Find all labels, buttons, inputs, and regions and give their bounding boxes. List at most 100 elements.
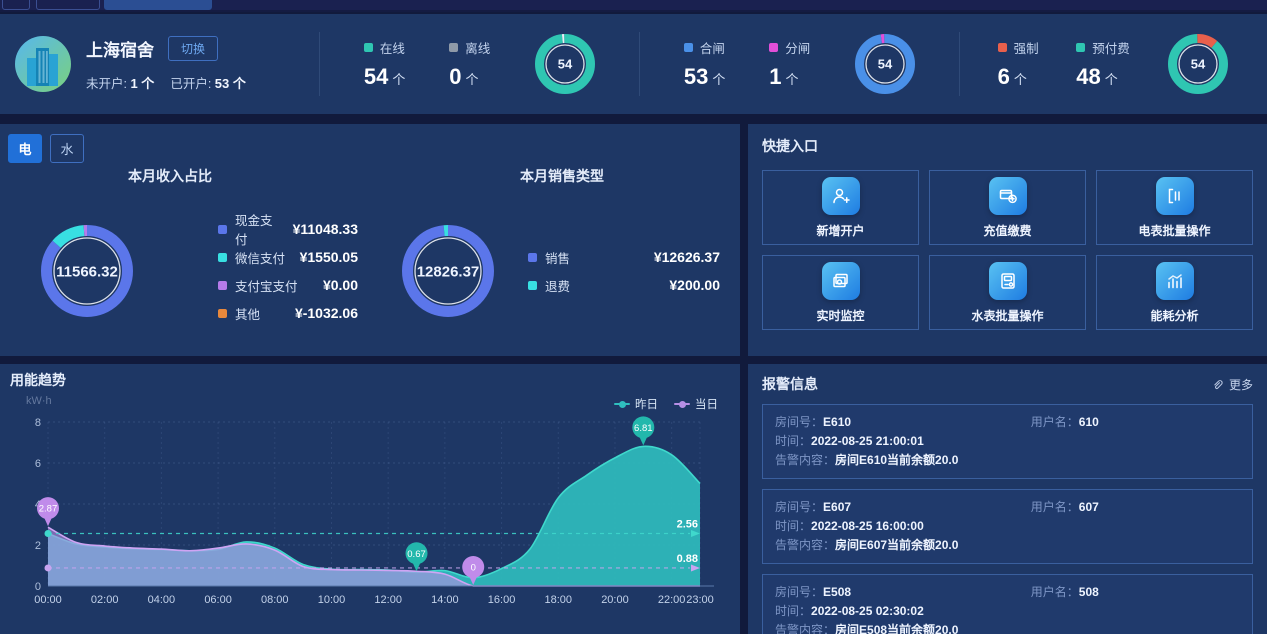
stat-forced: 强制 6个 <box>997 42 1039 89</box>
svg-text:14:00: 14:00 <box>431 594 459 606</box>
legend-square <box>218 308 227 318</box>
legend-square <box>997 43 1007 52</box>
legend-square <box>528 280 537 290</box>
legend-square <box>1076 43 1086 52</box>
utility-tabs: 电 水 <box>8 134 84 163</box>
svg-text:10:00: 10:00 <box>318 594 346 606</box>
svg-text:2.87: 2.87 <box>39 504 58 515</box>
stat-offline: 离线 0个 <box>449 42 491 89</box>
svg-text:6: 6 <box>35 458 41 470</box>
alarm-item[interactable]: 房间号：E610 用户名：610 时间：2022-08-25 21:00:01 告… <box>762 404 1253 479</box>
quick-card-water-meter-batch[interactable]: 水表批量操作 <box>929 255 1086 330</box>
tab-electricity[interactable]: 电 <box>8 134 42 163</box>
svg-text:12826.37: 12826.37 <box>417 263 480 280</box>
alarm-title: 报警信息 <box>762 376 818 392</box>
prepay-status-section: 强制 6个 预付费 48 个 54 <box>960 14 1267 114</box>
svg-text:04:00: 04:00 <box>148 594 176 606</box>
svg-text:08:00: 08:00 <box>261 594 289 606</box>
unopened-count: 未开户: 1 个 <box>86 76 155 91</box>
header-stats-strip: 上海宿舍 切换 未开户: 1 个 已开户: 53 个 在线 54 个 离线 0个 … <box>0 14 1267 114</box>
alarm-panel: 报警信息 更多 房间号：E610 用户名：610 时间：2022-08-25 21… <box>748 364 1267 634</box>
svg-text:kW·h: kW·h <box>26 395 52 407</box>
quick-entry-title: 快捷入口 <box>762 138 818 154</box>
energy-trend-panel: 用能趋势 昨日 当日 02468kW·h00:0002:0004:0006:00… <box>0 364 740 634</box>
legend-row: 支付宝支付 ¥0.00 <box>218 275 358 295</box>
svg-text:11566.32: 11566.32 <box>56 263 118 280</box>
svg-text:0.67: 0.67 <box>407 549 426 560</box>
legend-square <box>218 280 227 290</box>
monthly-income-donut: 11566.32 <box>40 224 134 318</box>
energy-analysis-icon <box>1155 261 1194 300</box>
sales-legend: 销售 ¥12626.37 退费 ¥200.00 <box>528 247 720 295</box>
stat-prepaid: 预付费 48 个 <box>1076 42 1130 89</box>
legend-marker <box>614 400 630 408</box>
sales-chart-title: 本月销售类型 <box>520 168 604 184</box>
legend-row: 退费 ¥200.00 <box>528 275 720 295</box>
top-tab-2[interactable] <box>36 0 100 10</box>
electric-meter-icon <box>1155 176 1194 215</box>
paperclip-icon <box>1212 378 1225 391</box>
stat-online: 在线 54 个 <box>363 42 406 89</box>
svg-text:54: 54 <box>1191 57 1206 72</box>
quick-card-energy-analysis[interactable]: 能耗分析 <box>1096 255 1253 330</box>
online-status-section: 在线 54 个 离线 0个 54 <box>320 14 640 114</box>
legend-square <box>218 224 227 234</box>
svg-text:8: 8 <box>35 417 41 429</box>
legend-row: 现金支付 ¥11048.33 <box>218 214 358 247</box>
svg-text:54: 54 <box>558 57 573 72</box>
switch-site-button[interactable]: 切换 <box>168 36 219 61</box>
legend-row: 微信支付 ¥1550.05 <box>218 247 358 267</box>
svg-text:0: 0 <box>35 581 41 593</box>
alarm-item[interactable]: 房间号：E607 用户名：607 时间：2022-08-25 16:00:00 告… <box>762 489 1253 564</box>
opened-count: 已开户: 53 个 <box>170 76 246 91</box>
legend-square <box>363 43 373 52</box>
legend-marker <box>674 400 690 408</box>
legend-square <box>769 43 779 52</box>
svg-text:02:00: 02:00 <box>91 594 119 606</box>
recharge-icon <box>988 176 1027 215</box>
legend-square <box>683 43 693 52</box>
finance-panel: 电 水 本月收入占比 本月销售类型 11566.32 12826.37 现金支付… <box>0 124 740 356</box>
svg-text:06:00: 06:00 <box>204 594 232 606</box>
quick-card-electric-meter-batch[interactable]: 电表批量操作 <box>1096 170 1253 245</box>
svg-text:22:00: 22:00 <box>658 594 686 606</box>
force-prepay-donut: 54 <box>1167 33 1229 95</box>
svg-text:18:00: 18:00 <box>544 594 572 606</box>
alarm-more-link[interactable]: 更多 <box>1212 376 1253 393</box>
top-tab-1[interactable] <box>2 0 30 10</box>
stat-open: 分闸 1个 <box>769 42 811 89</box>
svg-text:20:00: 20:00 <box>601 594 629 606</box>
top-tab-active[interactable] <box>104 0 212 10</box>
legend-square <box>218 252 227 262</box>
income-legend: 现金支付 ¥11048.33 微信支付 ¥1550.05 支付宝支付 ¥0.00 其他… <box>218 214 358 323</box>
monthly-sales-donut: 12826.37 <box>401 224 495 318</box>
svg-text:23:00: 23:00 <box>686 594 714 606</box>
user-add-icon <box>821 176 860 215</box>
svg-text:2.56: 2.56 <box>677 519 698 531</box>
quick-card-recharge[interactable]: 充值缴费 <box>929 170 1086 245</box>
legend-row: 其他 ¥-1032.06 <box>218 303 358 323</box>
site-section: 上海宿舍 切换 未开户: 1 个 已开户: 53 个 <box>0 14 320 114</box>
trend-title: 用能趋势 <box>10 372 66 388</box>
alarm-item[interactable]: 房间号：E508 用户名：508 时间：2022-08-25 02:30:02 告… <box>762 574 1253 634</box>
quick-entry-panel: 快捷入口 新增开户 充值缴费 电表批量操作 实时监控 水表批量操作 能耗分析 <box>748 124 1267 356</box>
svg-text:0.88: 0.88 <box>677 553 698 565</box>
svg-text:16:00: 16:00 <box>488 594 516 606</box>
legend-square <box>449 43 459 52</box>
site-name: 上海宿舍 <box>86 41 154 60</box>
legend-row: 销售 ¥12626.37 <box>528 247 720 267</box>
svg-text:6.81: 6.81 <box>634 423 653 434</box>
legend-today[interactable]: 当日 <box>674 396 718 412</box>
tab-water[interactable]: 水 <box>50 134 84 163</box>
svg-text:54: 54 <box>878 57 893 72</box>
legend-square <box>528 252 537 262</box>
svg-text:00:00: 00:00 <box>34 594 62 606</box>
site-avatar <box>14 35 72 93</box>
trend-legend: 昨日 当日 <box>614 396 718 412</box>
legend-yesterday[interactable]: 昨日 <box>614 396 658 412</box>
quick-card-realtime-monitor[interactable]: 实时监控 <box>762 255 919 330</box>
svg-text:12:00: 12:00 <box>374 594 402 606</box>
top-tab-bar <box>0 0 1267 12</box>
quick-card-new-account[interactable]: 新增开户 <box>762 170 919 245</box>
monitor-icon <box>821 261 860 300</box>
